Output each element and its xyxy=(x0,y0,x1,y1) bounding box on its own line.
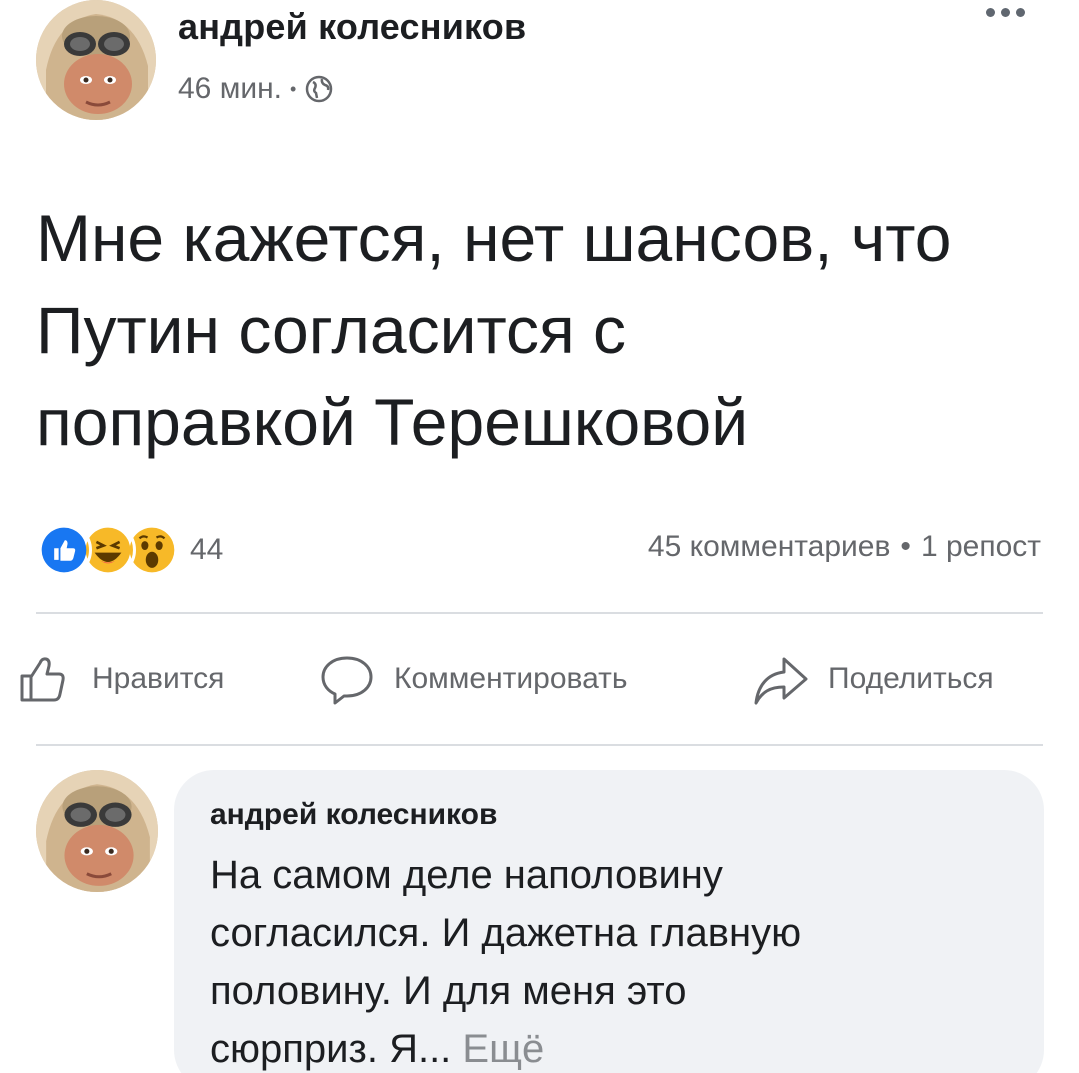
more-dot xyxy=(1001,8,1010,17)
commenter-avatar[interactable] xyxy=(36,770,158,892)
more-dot xyxy=(1016,8,1025,17)
post-text: Мне кажется, нет шансов, что Путин согла… xyxy=(36,192,1046,468)
reactions-summary[interactable]: 44 xyxy=(36,522,223,578)
avatar-photo xyxy=(36,0,156,120)
share-arrow-icon xyxy=(754,657,808,705)
more-dots-icon[interactable] xyxy=(986,8,1025,17)
shares-count[interactable]: 1 репост xyxy=(921,530,1041,564)
divider xyxy=(36,612,1043,614)
comment-text-truncated: сюрприз. Я... xyxy=(210,1027,452,1071)
like-label: Нравится xyxy=(92,662,225,695)
counts-separator: • xyxy=(900,530,911,563)
comment-button[interactable]: Комментировать xyxy=(318,650,628,708)
like-reaction-icon xyxy=(36,522,92,578)
comment-text-line: На самом деле наполовину xyxy=(210,853,723,897)
more-dot xyxy=(986,8,995,17)
post-text-line: Путин согласится с xyxy=(36,293,627,367)
divider xyxy=(36,744,1043,746)
post-author-name[interactable]: андрей колесников xyxy=(178,6,526,48)
comment-text-last-line: сюрприз. Я... Ещё xyxy=(210,1020,1030,1073)
post-text-line: поправкой Терешковой xyxy=(36,385,749,459)
post-meta: 46 мин. • xyxy=(178,72,334,106)
post-text-line: Мне кажется, нет шансов, что xyxy=(36,201,952,275)
author-avatar[interactable] xyxy=(36,0,156,120)
comment-label: Комментировать xyxy=(394,662,628,695)
share-button[interactable]: Поделиться xyxy=(752,650,994,708)
like-button[interactable]: Нравится xyxy=(16,650,224,708)
share-label: Поделиться xyxy=(828,662,994,695)
see-more-link[interactable]: Ещё xyxy=(462,1027,544,1071)
comment-author-name[interactable]: андрей колесников xyxy=(210,798,497,832)
engagement-counts: 45 комментариев • 1 репост xyxy=(648,530,1041,564)
reaction-count: 44 xyxy=(190,533,224,566)
facebook-post: андрей колесников 46 мин. • Мне кажется,… xyxy=(0,0,1079,1073)
globe-icon[interactable] xyxy=(304,74,334,104)
comment-text: На самом деле наполовину согласился. И д… xyxy=(210,846,1030,1073)
comments-count[interactable]: 45 комментариев xyxy=(648,530,891,564)
speech-bubble-icon xyxy=(321,656,373,705)
post-timestamp[interactable]: 46 мин. xyxy=(178,72,282,106)
avatar-photo xyxy=(36,770,158,892)
comment-text-line: половину. И для меня это xyxy=(210,969,687,1013)
action-bar: Нравится Комментировать Поделиться xyxy=(0,650,1079,714)
meta-separator: • xyxy=(290,78,297,99)
comment-text-line: согласился. И дажетна главную xyxy=(210,911,802,955)
thumbs-up-icon xyxy=(20,657,65,702)
